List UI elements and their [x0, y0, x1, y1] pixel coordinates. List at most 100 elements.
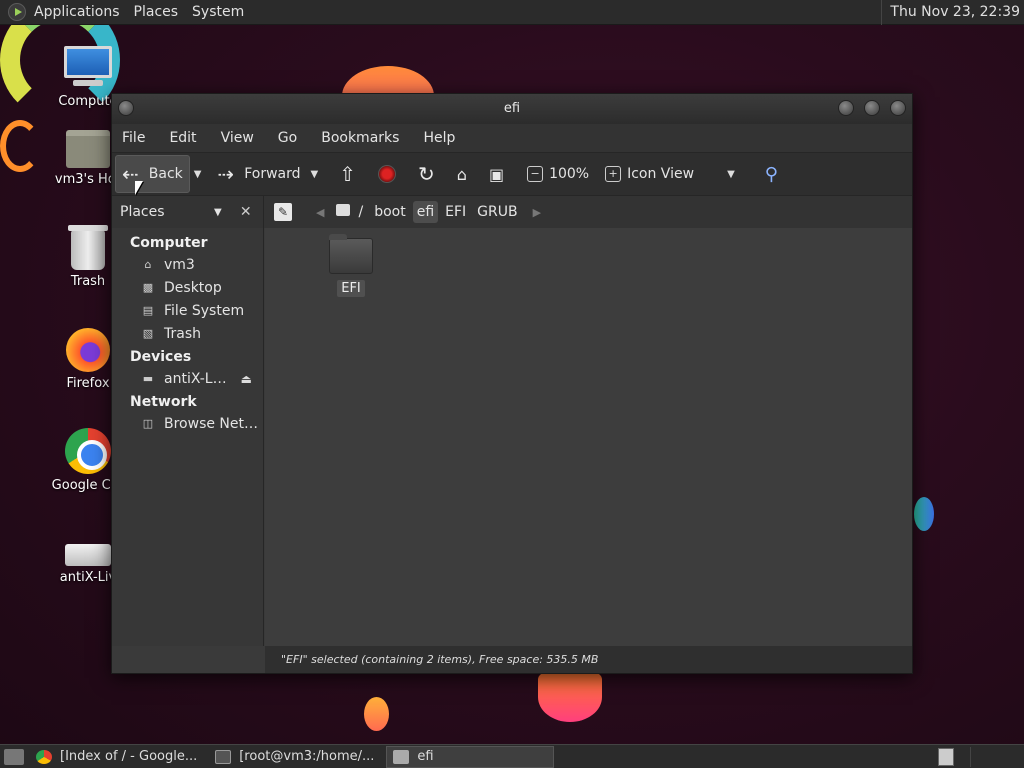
- taskbar: [Index of / - Google... [root@vm3:/home/…: [0, 744, 1024, 768]
- menu-bookmarks[interactable]: Bookmarks: [321, 130, 399, 146]
- places-selector[interactable]: Places: [120, 204, 214, 220]
- trash-icon: [68, 225, 108, 270]
- view-mode-select[interactable]: Icon View: [627, 166, 723, 182]
- close-button[interactable]: [890, 100, 906, 116]
- show-desktop-icon[interactable]: [4, 748, 24, 765]
- menu-go[interactable]: Go: [278, 130, 297, 146]
- breadcrumb: ✎ ◀ / boot efi EFI GRUB ▶: [264, 196, 912, 228]
- forward-history-dropdown[interactable]: ▼: [311, 169, 319, 180]
- sidebar-item-browse-network[interactable]: ◫ Browse Net…: [112, 413, 263, 436]
- filesystem-icon: ▤: [142, 304, 154, 317]
- home-icon: ⌂: [144, 258, 152, 271]
- window-menu-button[interactable]: [118, 100, 134, 116]
- sidebar-item-label: Trash: [164, 326, 201, 342]
- forward-label: Forward: [244, 166, 301, 182]
- sidebar-item-desktop[interactable]: ▩ Desktop: [112, 277, 263, 300]
- status-bar: "EFI" selected (containing 2 items), Fre…: [265, 646, 912, 673]
- sidebar-item-antix[interactable]: ▬ antiX-L… ⏏: [112, 368, 263, 391]
- system-menu[interactable]: System: [192, 4, 244, 20]
- places-sidebar: Computer ⌂ vm3 ▩ Desktop ▤ File System ▧…: [112, 228, 264, 646]
- close-sidebar-icon[interactable]: ✕: [236, 204, 256, 220]
- top-panel: Applications Places System Thu Nov 23, 2…: [0, 0, 1024, 25]
- computer-icon[interactable]: ▣: [489, 165, 504, 184]
- stop-icon[interactable]: [378, 165, 397, 183]
- wallpaper-shape: [364, 697, 389, 731]
- drive-icon: ▬: [142, 372, 154, 385]
- task-label: efi: [417, 749, 434, 764]
- sidebar-item-label: Desktop: [164, 280, 222, 296]
- clock[interactable]: Thu Nov 23, 22:39: [881, 0, 1024, 25]
- mouse-cursor: [135, 181, 143, 195]
- desktop-icon: ▩: [142, 281, 154, 294]
- places-menu[interactable]: Places: [134, 4, 179, 20]
- back-history-dropdown[interactable]: ▼: [194, 169, 202, 180]
- zoom-level: 100%: [549, 166, 590, 182]
- menu-view[interactable]: View: [221, 130, 254, 146]
- breadcrumb-GRUB[interactable]: GRUB: [473, 201, 521, 223]
- menu-edit[interactable]: Edit: [169, 130, 196, 146]
- task-efi[interactable]: efi: [386, 745, 555, 768]
- sidebar-item-trash[interactable]: ▧ Trash: [112, 323, 263, 346]
- task-label: [root@vm3:/home/...: [239, 749, 375, 764]
- home-icon[interactable]: ⌂: [457, 165, 467, 184]
- tray-area: [970, 747, 1024, 767]
- title-bar[interactable]: efi: [112, 94, 912, 124]
- sidebar-item-vm3[interactable]: ⌂ vm3: [112, 254, 263, 277]
- folder-item[interactable]: EFI: [323, 234, 379, 297]
- reload-icon[interactable]: ↻: [418, 162, 435, 186]
- wallpaper-ring: [0, 120, 40, 172]
- arrow-right-icon: ⇢: [217, 162, 235, 186]
- menu-help[interactable]: Help: [423, 130, 455, 146]
- firefox-icon: [66, 328, 110, 372]
- up-arrow-icon[interactable]: ⇧: [339, 162, 356, 186]
- applications-menu[interactable]: Applications: [34, 4, 120, 20]
- tray-icon[interactable]: [938, 748, 954, 766]
- task-chrome[interactable]: [Index of / - Google...: [30, 746, 203, 768]
- breadcrumb-root[interactable]: /: [332, 201, 367, 223]
- search-icon[interactable]: ⚲: [765, 164, 778, 185]
- folder-label: EFI: [337, 280, 365, 297]
- sidebar-item-filesystem[interactable]: ▤ File System: [112, 300, 263, 323]
- back-button[interactable]: ⇠ Back: [115, 155, 190, 193]
- breadcrumb-efi[interactable]: efi: [412, 201, 439, 223]
- sidebar-section-computer: Computer: [130, 235, 208, 251]
- chevron-down-icon[interactable]: ▼: [214, 207, 222, 218]
- edit-location-icon[interactable]: ✎: [274, 203, 292, 221]
- drive-icon: [65, 544, 111, 566]
- wallpaper-shape: [538, 672, 602, 722]
- sidebar-item-label: antiX-L…: [164, 371, 227, 387]
- eject-icon[interactable]: ⏏: [241, 372, 252, 386]
- menu-file[interactable]: File: [122, 130, 145, 146]
- location-bar: Places ▼ ✕ ✎ ◀ / boot efi EFI GRUB ▶: [112, 196, 912, 228]
- menu-bar: File Edit View Go Bookmarks Help: [112, 124, 912, 152]
- trash-icon: ▧: [142, 327, 154, 340]
- home-folder-icon: [66, 130, 110, 168]
- zoom-out-icon[interactable]: −: [527, 166, 544, 182]
- file-view[interactable]: EFI: [265, 228, 912, 646]
- breadcrumb-EFI[interactable]: EFI: [441, 201, 470, 223]
- back-label: Back: [148, 166, 183, 182]
- minimize-button[interactable]: [838, 100, 854, 116]
- breadcrumb-scroll-left-icon[interactable]: ◀: [316, 206, 324, 219]
- breadcrumb-boot[interactable]: boot: [370, 201, 410, 223]
- toolbar: ⇠ Back ▼ ⇢ Forward ▼ ⇧ ↻ ⌂ ▣ − 100% + Ic…: [112, 152, 912, 196]
- chrome-icon: [65, 428, 111, 474]
- sidebar-item-label: vm3: [164, 257, 195, 273]
- distro-logo-icon[interactable]: [8, 3, 26, 21]
- places-header: Places ▼ ✕: [112, 196, 264, 228]
- sidebar-item-label: File System: [164, 303, 245, 319]
- sidebar-section-network: Network: [130, 394, 197, 410]
- maximize-button[interactable]: [864, 100, 880, 116]
- task-label: [Index of / - Google...: [60, 749, 198, 764]
- sidebar-item-label: Browse Net…: [164, 416, 259, 432]
- terminal-icon: [215, 749, 232, 764]
- task-terminal[interactable]: [root@vm3:/home/...: [209, 746, 380, 768]
- forward-button[interactable]: ⇢ Forward: [211, 155, 306, 193]
- sidebar-section-devices: Devices: [130, 349, 192, 365]
- breadcrumb-scroll-right-icon[interactable]: ▶: [533, 206, 541, 219]
- view-mode-dropdown[interactable]: ▼: [727, 169, 735, 180]
- zoom-in-icon[interactable]: +: [605, 166, 622, 182]
- chrome-icon: [36, 749, 52, 764]
- wallpaper-shape: [914, 497, 934, 531]
- window-title: efi: [503, 101, 521, 116]
